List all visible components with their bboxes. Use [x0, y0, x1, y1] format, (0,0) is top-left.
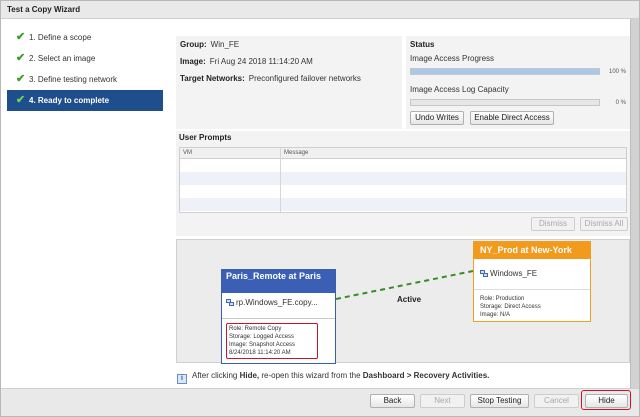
column-vm[interactable]: VM [183, 150, 192, 156]
group-row: Group: Win_FE [180, 40, 240, 49]
table-row[interactable] [180, 198, 626, 211]
production-title: NY_Prod at New-York [474, 242, 590, 259]
info-icon: i [177, 374, 187, 384]
hide-button-highlight [581, 390, 631, 410]
step-label: 4. Ready to complete [29, 96, 110, 105]
remote-copy-details: Role: Remote Copy Storage: Logged Access… [226, 323, 318, 359]
prompts-table-header: VM Message [180, 148, 626, 159]
dismiss-button[interactable]: Dismiss [531, 217, 575, 231]
vm-icon [480, 270, 488, 277]
remote-vm[interactable]: rp.Windows_FE.copy... [226, 298, 318, 307]
cancel-button[interactable]: Cancel [534, 394, 579, 408]
step-ready-to-complete[interactable]: ✔ 4. Ready to complete [7, 90, 163, 111]
networks-row: Target Networks: Preconfigured failover n… [180, 74, 361, 83]
table-row[interactable] [180, 159, 626, 172]
step-label: 1. Define a scope [29, 33, 92, 42]
checkmark-icon: ✔ [16, 31, 26, 43]
wizard-window: Test a Copy Wizard ✔ 1. Define a scope ✔… [0, 0, 640, 417]
checkmark-icon: ✔ [16, 73, 26, 85]
user-prompts-panel: User Prompts VM Message Dismiss Dismiss … [176, 131, 630, 236]
back-button[interactable]: Back [370, 394, 415, 408]
log-capacity-value: 0 % [615, 100, 626, 106]
undo-writes-button[interactable]: Undo Writes [410, 111, 464, 125]
step-define-testing-network[interactable]: ✔ 3. Define testing network [7, 69, 163, 90]
step-select-image[interactable]: ✔ 2. Select an image [7, 48, 163, 69]
remote-copy-node[interactable]: Paris_Remote at Paris rp.Windows_FE.copy… [221, 269, 336, 364]
window-title: Test a Copy Wizard [7, 5, 81, 14]
step-label: 2. Select an image [29, 54, 96, 63]
progress-bar [410, 68, 600, 75]
node-divider [474, 289, 590, 290]
image-value: Fri Aug 24 2018 11:14:20 AM [209, 57, 313, 66]
wizard-footer: Back Next Stop Testing Cancel Hide [1, 388, 639, 416]
wizard-steps: ✔ 1. Define a scope ✔ 2. Select an image… [7, 27, 163, 111]
enable-direct-access-button[interactable]: Enable Direct Access [470, 111, 554, 125]
node-divider [222, 318, 335, 319]
vm-icon [226, 299, 234, 306]
checkmark-icon: ✔ [16, 52, 26, 64]
step-label: 3. Define testing network [29, 75, 118, 84]
log-capacity-label: Image Access Log Capacity [410, 85, 509, 94]
prompts-table: VM Message [179, 147, 627, 213]
image-row: Image: Fri Aug 24 2018 11:14:20 AM [180, 57, 313, 66]
table-row[interactable] [180, 185, 626, 198]
column-divider [280, 148, 281, 212]
status-panel: Status Image Access Progress 100 % Image… [406, 36, 630, 129]
stop-testing-button[interactable]: Stop Testing [470, 394, 529, 408]
production-vm[interactable]: Windows_FE [480, 269, 537, 278]
progress-bar-fill [411, 69, 599, 74]
link-label: Active [397, 295, 422, 304]
title-bar: Test a Copy Wizard [1, 1, 639, 19]
column-message[interactable]: Message [284, 150, 308, 156]
topology-diagram: Active Paris_Remote at Paris rp.Windows_… [176, 239, 630, 364]
progress-value: 100 % [608, 69, 626, 75]
progress-label: Image Access Progress [410, 54, 495, 63]
log-capacity-bar [410, 99, 600, 106]
summary-panel: Group: Win_FE Image: Fri Aug 24 2018 11:14… [176, 36, 402, 129]
status-title: Status [410, 40, 435, 49]
networks-value: Preconfigured failover networks [248, 74, 361, 83]
table-row[interactable] [180, 172, 626, 185]
dismiss-all-button[interactable]: Dismiss All [580, 217, 628, 231]
checkmark-icon: ✔ [16, 94, 26, 106]
next-button[interactable]: Next [420, 394, 465, 408]
user-prompts-title: User Prompts [179, 133, 232, 142]
step-define-scope[interactable]: ✔ 1. Define a scope [7, 27, 163, 48]
window-edge [630, 19, 639, 391]
group-value: Win_FE [210, 40, 240, 49]
production-node[interactable]: NY_Prod at New-York Windows_FE Role: Pro… [473, 241, 591, 322]
production-details: Role: Production Storage: Direct Access … [480, 296, 541, 318]
hide-note: i After clicking Hide, re-open this wizar… [177, 371, 489, 384]
remote-copy-title: Paris_Remote at Paris [222, 270, 335, 293]
